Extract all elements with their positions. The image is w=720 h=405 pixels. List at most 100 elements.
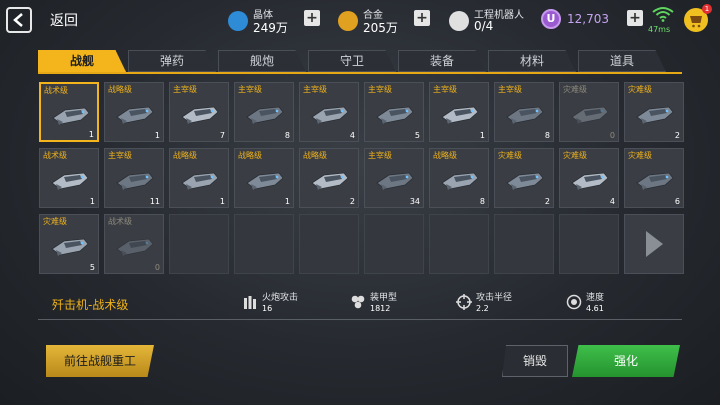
ship-count: 1 (89, 197, 95, 206)
ship-count: 6 (674, 197, 680, 206)
empty-slot (364, 214, 424, 274)
ship-slot[interactable]: 战略级 2 (299, 148, 359, 208)
arrow-right-icon (646, 231, 663, 257)
ship-count: 1 (284, 197, 290, 206)
warship-icon (116, 106, 154, 124)
empty-slot (234, 214, 294, 274)
ship-class-label: 主宰级 (368, 85, 392, 94)
warship-icon (441, 106, 479, 124)
robot-icon (449, 11, 469, 31)
stat-label: 速度 (586, 293, 605, 303)
ship-slot[interactable]: 灾难级 2 (494, 148, 554, 208)
ship-class-label: 战略级 (238, 151, 262, 160)
warship-icon (181, 106, 219, 124)
tab-materials[interactable]: 材料 (488, 50, 576, 72)
warship-icon (246, 106, 284, 124)
warship-icon (311, 172, 349, 190)
warship-icon (636, 172, 674, 190)
ship-class-label: 主宰级 (173, 85, 197, 94)
ship-slot[interactable]: 战术级 1 (39, 148, 99, 208)
ship-slot[interactable]: 主宰级 34 (364, 148, 424, 208)
selected-ship-name: 歼击机-战术级 (52, 298, 129, 312)
premium-currency-icon: U (541, 9, 561, 29)
tab-warships[interactable]: 战舰 (38, 50, 126, 72)
next-page-button[interactable] (624, 214, 684, 274)
category-tabs: 战舰 弹药 舰炮 守卫 装备 材料 道具 (38, 50, 680, 72)
empty-slot (299, 214, 359, 274)
ship-slot[interactable]: 灾难级 6 (624, 148, 684, 208)
ship-count: 5 (89, 263, 95, 272)
ship-slot[interactable]: 灾难级 0 (559, 82, 619, 142)
warship-icon (441, 172, 479, 190)
ship-class-label: 灾难级 (563, 151, 587, 160)
empty-slot (169, 214, 229, 274)
ship-count: 2 (544, 197, 550, 206)
ship-slot[interactable]: 战略级 1 (104, 82, 164, 142)
ship-count: 1 (154, 131, 160, 140)
warship-icon (181, 172, 219, 190)
back-button[interactable] (6, 7, 32, 33)
ship-slot[interactable]: 主宰级 8 (234, 82, 294, 142)
back-label[interactable]: 返回 (50, 10, 78, 30)
ship-count: 8 (479, 197, 485, 206)
warship-icon (571, 172, 609, 190)
ship-count: 1 (88, 130, 94, 139)
ship-class-label: 主宰级 (303, 85, 327, 94)
tab-guards[interactable]: 守卫 (308, 50, 396, 72)
ship-class-label: 战术级 (44, 86, 68, 95)
ship-slot[interactable]: 主宰级 1 (429, 82, 489, 142)
warship-icon (376, 106, 414, 124)
ship-slot[interactable]: 战略级 8 (429, 148, 489, 208)
ship-count: 4 (349, 131, 355, 140)
tab-items[interactable]: 道具 (578, 50, 666, 72)
resource-value: 0/4 (474, 19, 494, 33)
destroy-button[interactable]: 销毁 (502, 345, 568, 377)
ship-class-label: 主宰级 (433, 85, 457, 94)
ship-slot[interactable]: 主宰级 4 (299, 82, 359, 142)
ship-slot[interactable]: 灾难级 2 (624, 82, 684, 142)
add-alloy-button[interactable]: + (414, 10, 430, 26)
tab-equipment[interactable]: 装备 (398, 50, 486, 72)
ship-class-label: 主宰级 (368, 151, 392, 160)
ship-slot[interactable]: 战术级 0 (104, 214, 164, 274)
ship-slot[interactable]: 战略级 1 (234, 148, 294, 208)
goto-shipyard-button[interactable]: 前往战舰重工 (46, 345, 154, 377)
ship-slot[interactable]: 主宰级 8 (494, 82, 554, 142)
ship-class-label: 灾难级 (628, 85, 652, 94)
chevron-left-icon (13, 13, 23, 27)
ship-class-label: 战术级 (43, 151, 67, 160)
ship-slot[interactable]: 战术级 1 (39, 82, 99, 142)
ship-class-label: 主宰级 (238, 85, 262, 94)
ship-slot[interactable]: 灾难级 4 (559, 148, 619, 208)
ship-class-label: 战略级 (108, 85, 132, 94)
tab-guns[interactable]: 舰炮 (218, 50, 306, 72)
warship-icon (506, 106, 544, 124)
ship-class-label: 主宰级 (108, 151, 132, 160)
ship-slot[interactable]: 灾难级 5 (39, 214, 99, 274)
warship-icon (51, 238, 89, 256)
ship-class-label: 战略级 (303, 151, 327, 160)
ship-slot[interactable]: 主宰级 5 (364, 82, 424, 142)
wifi-icon (652, 7, 674, 22)
ship-count: 1 (219, 197, 225, 206)
armor-icon (351, 295, 365, 309)
add-premium-button[interactable]: + (627, 10, 643, 26)
empty-slot (559, 214, 619, 274)
ship-info-bar: 歼击机-战术级 火炮攻击 16 装甲型 1812 攻击半径 2.2 速度 4.6… (38, 288, 682, 320)
top-bar: 返回 晶体 249万 + 合金 205万 + 工程机器人 0/4 U 12,70… (0, 0, 720, 40)
ship-class-label: 灾难级 (628, 151, 652, 160)
warship-icon (246, 172, 284, 190)
ship-slot[interactable]: 主宰级 7 (169, 82, 229, 142)
crosshair-icon (456, 294, 472, 310)
ship-count: 2 (674, 131, 680, 140)
upgrade-button[interactable]: 强化 (572, 345, 680, 377)
add-crystal-button[interactable]: + (304, 10, 320, 26)
ship-slot[interactable]: 主宰级 11 (104, 148, 164, 208)
ship-slot[interactable]: 战略级 1 (169, 148, 229, 208)
ship-count: 8 (544, 131, 550, 140)
ship-count: 11 (149, 197, 160, 206)
resource-value: 249万 (253, 21, 288, 35)
ship-count: 0 (609, 131, 615, 140)
stat-label: 攻击半径 (476, 293, 513, 303)
tab-ammo[interactable]: 弹药 (128, 50, 216, 72)
